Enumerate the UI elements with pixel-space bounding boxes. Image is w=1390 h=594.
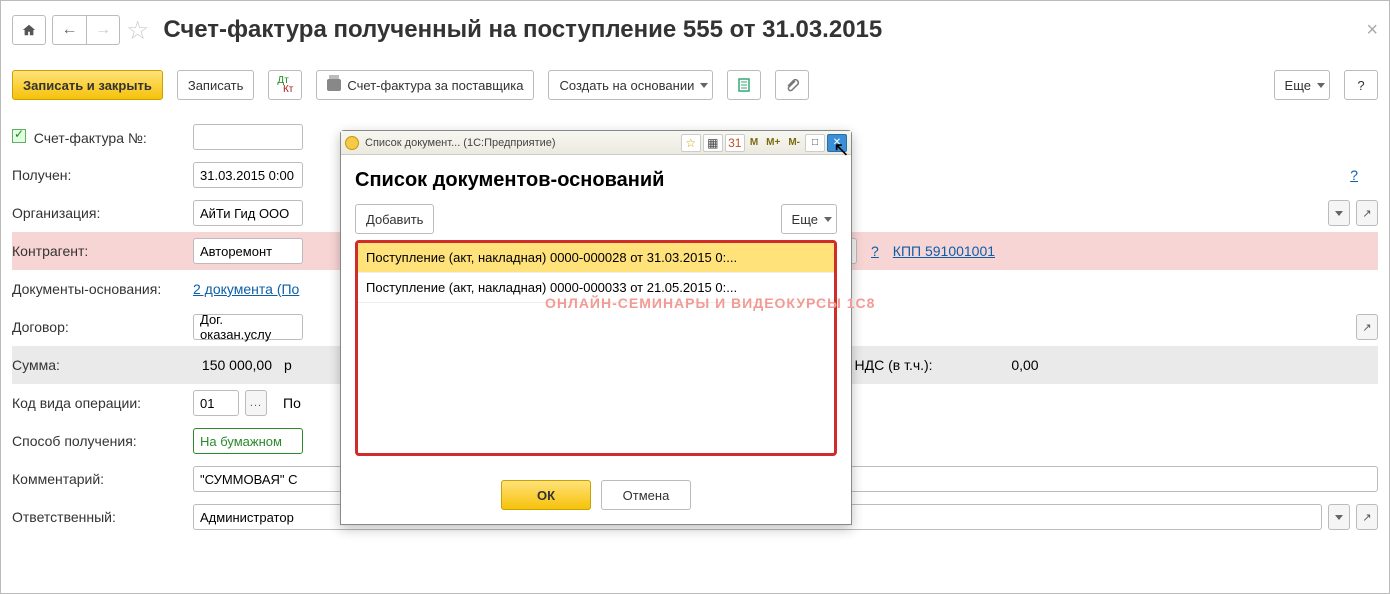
report-button[interactable] (727, 70, 761, 100)
add-button[interactable]: Добавить (355, 204, 434, 234)
contragent-help[interactable]: ? (871, 243, 879, 259)
sum-label: Сумма: (12, 357, 187, 373)
sum-value: 150 000,00 (193, 357, 278, 373)
resp-open-button[interactable]: ↗ (1356, 504, 1378, 530)
basis-link[interactable]: 2 документа (По (193, 281, 299, 297)
opcode-picker-button[interactable]: ... (245, 390, 267, 416)
dialog-titlebar: Список документ... (1С:Предприятие) ☆ ▦ … (341, 131, 851, 155)
resp-label: Ответственный: (12, 509, 187, 525)
create-based-button[interactable]: Создать на основании (548, 70, 713, 100)
dialog-mminus-button[interactable]: M- (785, 134, 803, 152)
arrow-left-icon: ← (62, 21, 78, 39)
invoice-no-input[interactable] (193, 124, 303, 150)
create-based-label: Создать на основании (559, 78, 694, 93)
dialog-maximize-button[interactable]: □ (805, 134, 825, 152)
comment-label: Комментарий: (12, 471, 187, 487)
attach-button[interactable] (775, 70, 809, 100)
dialog-calc-button[interactable]: ▦ (703, 134, 723, 152)
sum-cur: р (284, 357, 292, 373)
home-button[interactable] (12, 15, 46, 45)
received-label: Получен: (12, 167, 187, 183)
dialog-footer: ОК Отмена (341, 470, 851, 524)
dialog-heading: Список документов-оснований (355, 169, 837, 192)
ok-button[interactable]: ОК (501, 480, 591, 510)
watermark: ОНЛАЙН-СЕМИНАРЫ И ВИДЕОКУРСЫ 1С8 (545, 295, 875, 311)
cancel-button[interactable]: Отмена (601, 480, 691, 510)
nav-group: ← → (52, 15, 120, 45)
opcode-input[interactable]: 01 (193, 390, 239, 416)
favorite-icon[interactable]: ☆ (126, 15, 149, 46)
method-input[interactable]: На бумажном (193, 428, 303, 454)
create-based-group: Создать на основании (548, 70, 713, 100)
contragent-input[interactable]: Авторемонт (193, 238, 303, 264)
forward-button[interactable]: → (86, 15, 120, 45)
method-label: Способ получения: (12, 433, 187, 449)
one-c-icon (345, 136, 359, 150)
list-empty-area (358, 303, 834, 453)
app-window: ← → ☆ Счет-фактура полученный на поступл… (0, 0, 1390, 594)
org-label: Организация: (12, 205, 187, 221)
dialog-more-button[interactable]: Еще (781, 204, 837, 234)
check-icon (12, 129, 26, 143)
vat-label: НДС (в т.ч.): (855, 357, 933, 373)
chevron-down-icon (700, 83, 708, 88)
arrow-right-icon: → (95, 21, 111, 39)
more-button[interactable]: Еще (1274, 70, 1330, 100)
printer-icon (327, 79, 341, 91)
opcode-after: По (283, 395, 301, 411)
paperclip-icon (784, 77, 800, 93)
save-button[interactable]: Записать (177, 70, 255, 100)
chevron-down-icon (1335, 515, 1343, 520)
received-help[interactable]: ? (1350, 167, 1358, 183)
resp-select-button[interactable] (1328, 504, 1350, 530)
vat-value: 0,00 (939, 357, 1039, 373)
org-open-button[interactable]: ↗ (1356, 200, 1378, 226)
dialog-m-button[interactable]: M (747, 134, 761, 152)
contract-input[interactable]: Дог. оказан.услу (193, 314, 303, 340)
back-button[interactable]: ← (52, 15, 86, 45)
dialog-calendar-button[interactable]: 31 (725, 134, 745, 152)
dtkt-button[interactable]: Дт Кт (268, 70, 302, 100)
contract-open-button[interactable]: ↗ (1356, 314, 1378, 340)
contragent-label: Контрагент: (12, 243, 187, 259)
dialog-mplus-button[interactable]: M+ (763, 134, 783, 152)
dialog-window-title: Список документ... (1С:Предприятие) (365, 137, 556, 149)
kpp-link[interactable]: КПП 591001001 (893, 243, 995, 259)
dialog-close-button[interactable]: ✕ (827, 134, 847, 152)
received-input[interactable]: 31.03.2015 0:00 (193, 162, 303, 188)
invoice-supplier-label: Счет-фактура за поставщика (347, 78, 523, 93)
invoice-no-label: Счет-фактура №: (12, 129, 187, 146)
dialog-fav-button[interactable]: ☆ (681, 134, 701, 152)
basis-documents-dialog: Список документ... (1С:Предприятие) ☆ ▦ … (340, 130, 852, 525)
save-close-button[interactable]: Записать и закрыть (12, 70, 163, 100)
more-label: Еще (1285, 78, 1311, 93)
dtkt-icon: Дт Кт (277, 76, 293, 94)
basis-label: Документы-основания: (12, 281, 187, 297)
documents-list: Поступление (акт, накладная) 0000-000028… (355, 240, 837, 456)
dialog-more-label: Еще (792, 212, 818, 227)
invoice-supplier-button[interactable]: Счет-фактура за поставщика (316, 70, 534, 100)
org-input[interactable]: АйТи Гид ООО (193, 200, 303, 226)
close-button[interactable]: × (1366, 19, 1378, 42)
list-item[interactable]: Поступление (акт, накладная) 0000-000028… (358, 243, 834, 273)
org-select-button[interactable] (1328, 200, 1350, 226)
window-header: ← → ☆ Счет-фактура полученный на поступл… (12, 10, 1378, 50)
main-toolbar: Записать и закрыть Записать Дт Кт Счет-ф… (12, 70, 1378, 100)
help-button[interactable]: ? (1344, 70, 1378, 100)
chevron-down-icon (824, 217, 832, 222)
dialog-toolbar: Добавить Еще (355, 204, 837, 234)
chevron-down-icon (1335, 211, 1343, 216)
document-icon (736, 77, 752, 93)
opcode-label: Код вида операции: (12, 395, 187, 411)
contract-label: Договор: (12, 319, 187, 335)
page-title: Счет-фактура полученный на поступление 5… (163, 16, 1360, 44)
dialog-body: Список документов-оснований Добавить Еще… (341, 155, 851, 470)
home-icon (22, 23, 36, 37)
chevron-down-icon (1317, 83, 1325, 88)
